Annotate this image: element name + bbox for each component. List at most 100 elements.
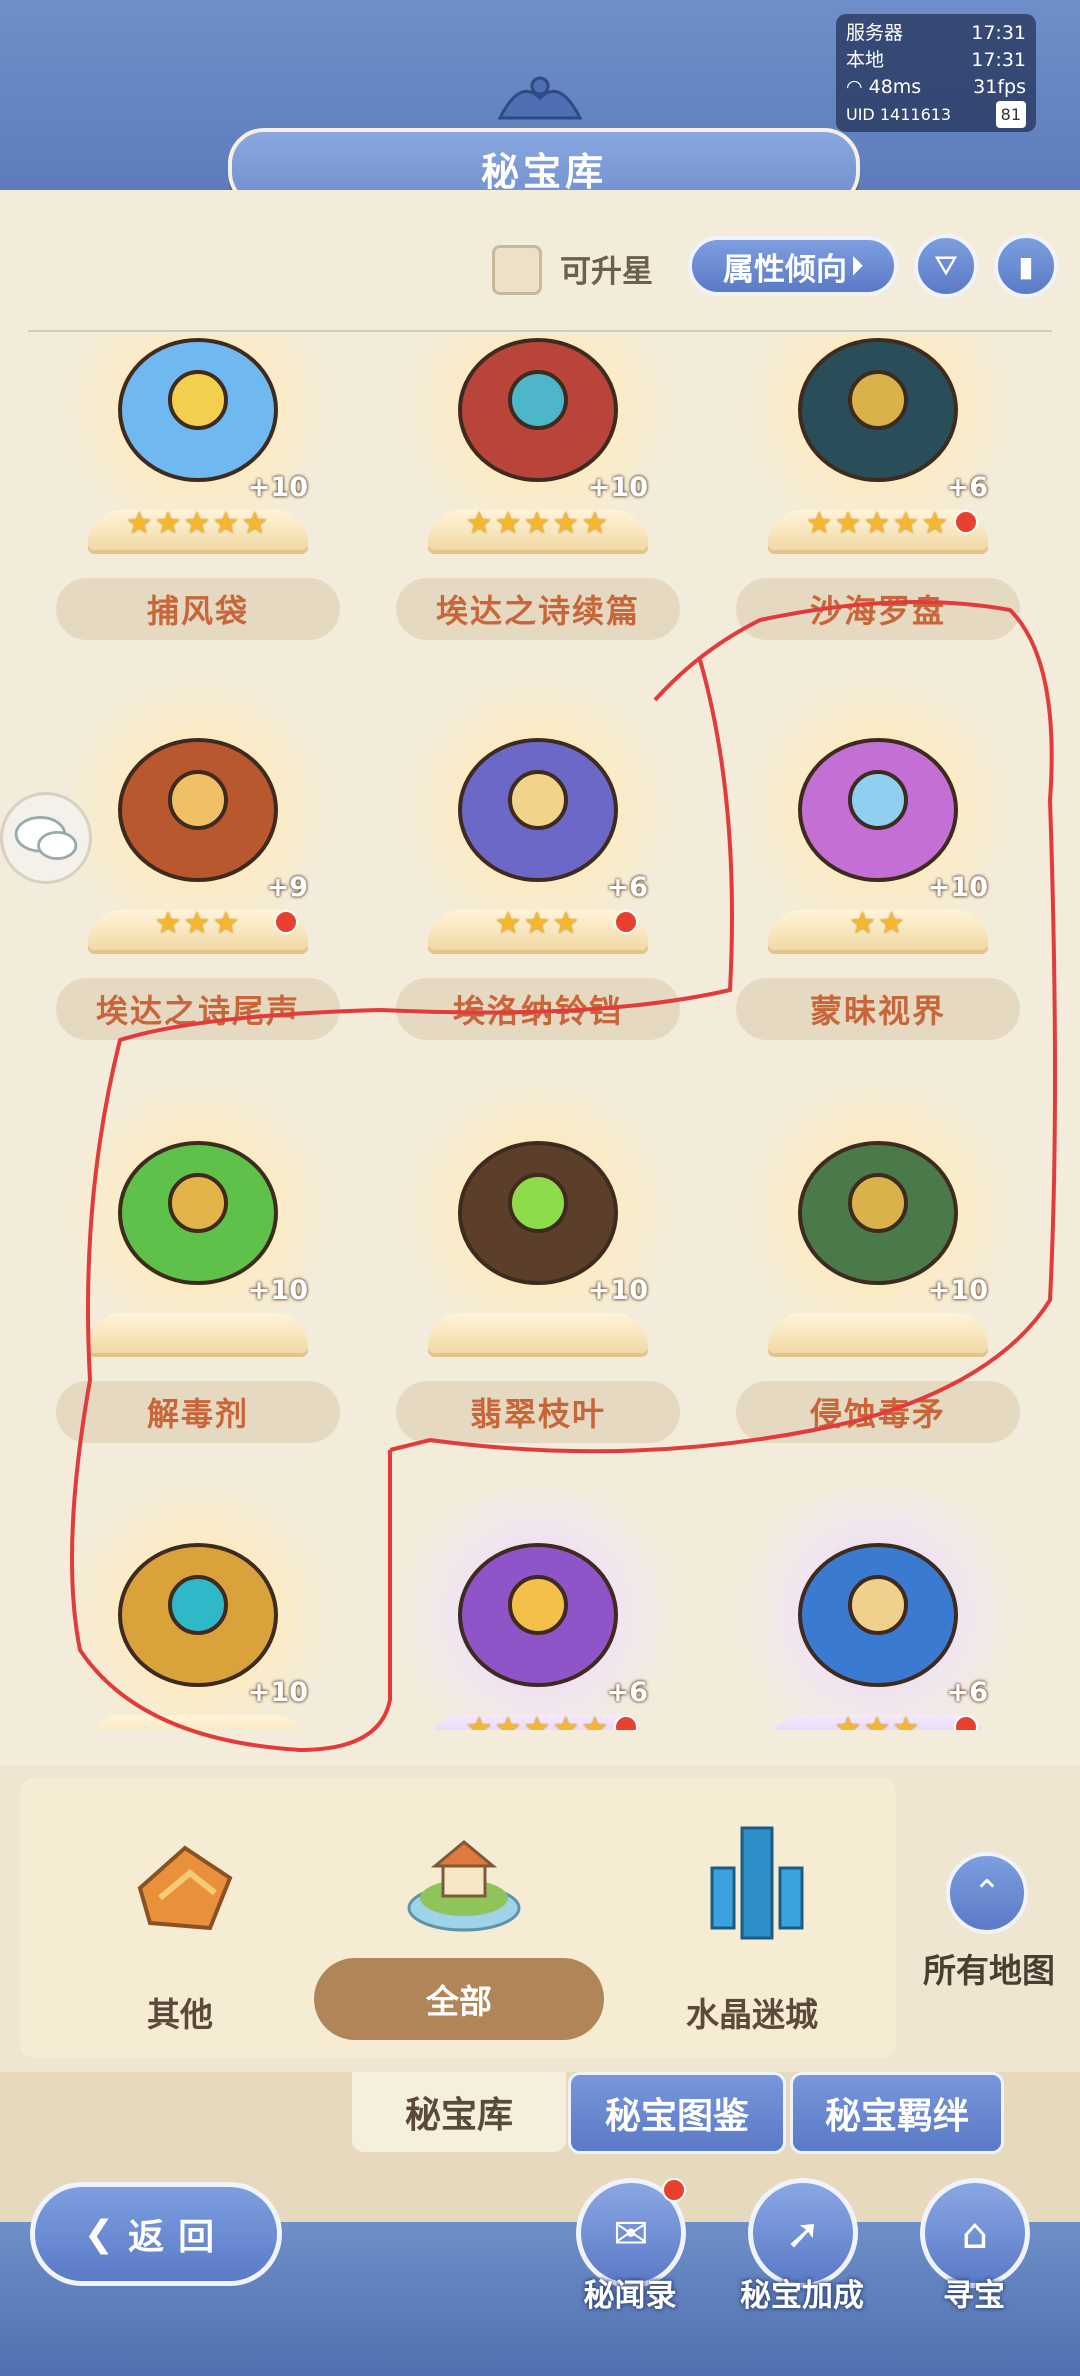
server-label: 服务器 (846, 22, 904, 44)
item-level: +10 (587, 1275, 648, 1306)
item-name-plate: 埃洛纳铃铛 (396, 978, 680, 1040)
item-stars: ★★★ (154, 906, 242, 941)
tab-treasure-bonds[interactable]: 秘宝羁绊 (790, 2072, 1004, 2154)
back-arrow-icon: ❮ (83, 2213, 115, 2255)
item-stars: ★★★★★ (465, 506, 611, 541)
uid-label: UID (846, 105, 875, 124)
filter-button[interactable]: ⛛ (914, 234, 978, 298)
server-time: 17:31 (971, 22, 1026, 44)
sort-arrow-icon: ⏵ (851, 252, 863, 280)
notification-dot (274, 910, 298, 934)
item-name: 翡翠枝叶 (469, 1395, 606, 1433)
book-icon: ▮ (1018, 249, 1034, 283)
treasure-bonus-label: 秘宝加成 (740, 2278, 864, 2314)
treasure-card[interactable]: +10 ★★ 蒙昧视界 (728, 660, 1028, 1050)
item-name: 蒙昧视界 (809, 992, 946, 1030)
map-up-icon: ⌃ (946, 1852, 1028, 1934)
sort-button[interactable]: 属性倾向 ⏵ (688, 236, 898, 296)
item-name: 埃达之诗续篇 (435, 592, 640, 630)
wifi-icon: ◠ (846, 76, 869, 98)
filter-icon: ⛛ (934, 249, 958, 282)
all-maps-button[interactable]: ⌃ 所有地图 (904, 1852, 1074, 2002)
main-panel: 可升星 属性倾向 ⏵ ⛛ ▮ +10 ★★★★★ 捕风袋 +10 ★★★★★ 埃达之诗续篇… (0, 190, 1080, 1765)
treasure-card[interactable]: +10 侵蚀毒矛 (728, 1063, 1028, 1453)
item-level: +9 (266, 872, 308, 903)
title-banner: 秘宝库 (200, 76, 880, 208)
treasure-hunt-label: 寻宝 (943, 2278, 1005, 2314)
ping: 48ms (868, 76, 922, 98)
treasure-hunt-button[interactable]: ⌂ 寻宝 (904, 2178, 1044, 2348)
back-label: 返回 (128, 2217, 229, 2258)
house-island-icon (407, 1840, 521, 1932)
item-name: 捕风袋 (146, 592, 249, 630)
crystal-tower-icon (710, 1826, 804, 1940)
region-selector: 其他 全部 水晶迷城 (20, 1778, 896, 2058)
region-label: 其他 (147, 1995, 213, 2034)
upgradable-label: 可升星 (560, 254, 653, 290)
treasure-card[interactable]: +9 ★★★ 埃达之诗尾声 (48, 660, 348, 1050)
item-level: +6 (946, 472, 988, 503)
treasure-card[interactable]: +10 ★★★★★ 捕风袋 (48, 335, 348, 650)
page-title: 秘宝库 (480, 149, 607, 194)
tab-treasure-codex[interactable]: 秘宝图鉴 (568, 2072, 786, 2154)
treasure-card[interactable]: +6★★★传送露水 (728, 1465, 1028, 1730)
item-level: +10 (587, 472, 648, 503)
item-stars: ★★★★★ (465, 1711, 611, 1730)
guide-button[interactable]: ▮ (994, 234, 1058, 298)
item-level: +10 (927, 1275, 988, 1306)
treasure-card[interactable]: +6 ★★★★★ 沙海罗盘 (728, 335, 1028, 650)
region-label: 全部 (426, 1982, 492, 2021)
region-crystal-city[interactable]: 水晶迷城 (652, 1788, 852, 2048)
region-all-pill[interactable]: 全部 (314, 1958, 604, 2040)
local-label: 本地 (846, 49, 885, 71)
back-button[interactable]: ❮ 返回 (30, 2182, 282, 2286)
item-name: 埃达之诗尾声 (95, 992, 300, 1030)
item-level: +6 (946, 1677, 988, 1708)
treasure-card[interactable]: +10 解毒剂 (48, 1063, 348, 1453)
chat-bubble-icon (14, 816, 78, 860)
item-stars: ★★★ (494, 906, 582, 941)
item-name: 侵蚀毒矛 (809, 1395, 946, 1433)
treasure-card[interactable]: +6★★★★★蝶蛉猫的吉气 (388, 1465, 688, 1730)
lore-button[interactable]: ✉ 秘闻录 (560, 2178, 700, 2348)
card-pedestal (768, 1313, 988, 1353)
item-level: +10 (247, 1677, 308, 1708)
all-maps-label: 所有地图 (923, 1951, 1055, 1990)
divider (28, 330, 1052, 332)
item-stars: ★★★★★ (805, 506, 951, 541)
region-other[interactable]: 其他 (80, 1788, 280, 2048)
uid-value: 1411613 (879, 105, 952, 124)
item-name-plate: 捕风袋 (56, 578, 340, 640)
item-name: 解毒剂 (146, 1395, 249, 1433)
lore-label: 秘闻录 (583, 2278, 677, 2314)
treasure-card[interactable]: +10 ★★★★★ 埃达之诗续篇 (388, 335, 688, 650)
treasure-card[interactable]: +10 翡翠枝叶 (388, 1063, 688, 1453)
cat-crown-icon (497, 76, 583, 120)
local-time: 17:31 (971, 49, 1026, 71)
status-overlay: 服务器 17:31 本地 17:31 ◠ 48ms 31fps UID 1411613… (836, 14, 1036, 132)
item-name-plate: 侵蚀毒矛 (736, 1381, 1020, 1443)
chat-button[interactable] (0, 792, 92, 884)
item-name-plate: 埃达之诗尾声 (56, 978, 340, 1040)
region-label: 水晶迷城 (686, 1995, 818, 2034)
notification-dot (954, 510, 978, 534)
card-pedestal (88, 1313, 308, 1353)
item-level: +10 (247, 472, 308, 503)
scroll-map-icon (137, 1845, 233, 1931)
item-name-plate: 埃达之诗续篇 (396, 578, 680, 640)
treasure-card[interactable]: +6 ★★★ 埃洛纳铃铛 (388, 660, 688, 1050)
item-name: 沙海罗盘 (809, 592, 946, 630)
item-name-plate: 翡翠枝叶 (396, 1381, 680, 1443)
item-level: +10 (927, 872, 988, 903)
item-name-plate: 沙海罗盘 (736, 578, 1020, 640)
upgradable-checkbox[interactable] (492, 245, 542, 295)
treasure-card[interactable]: +10引路流星 (48, 1465, 348, 1730)
card-pedestal (428, 1313, 648, 1353)
treasure-bonus-button[interactable]: ➚ 秘宝加成 (732, 2178, 872, 2348)
item-stars: ★★ (849, 906, 907, 941)
tab-treasure-vault[interactable]: 秘宝库 (352, 2072, 566, 2152)
item-level: +6 (606, 872, 648, 903)
card-pedestal (88, 1715, 308, 1730)
sort-label: 属性倾向 (723, 251, 847, 288)
item-stars: ★★★★★ (125, 506, 271, 541)
